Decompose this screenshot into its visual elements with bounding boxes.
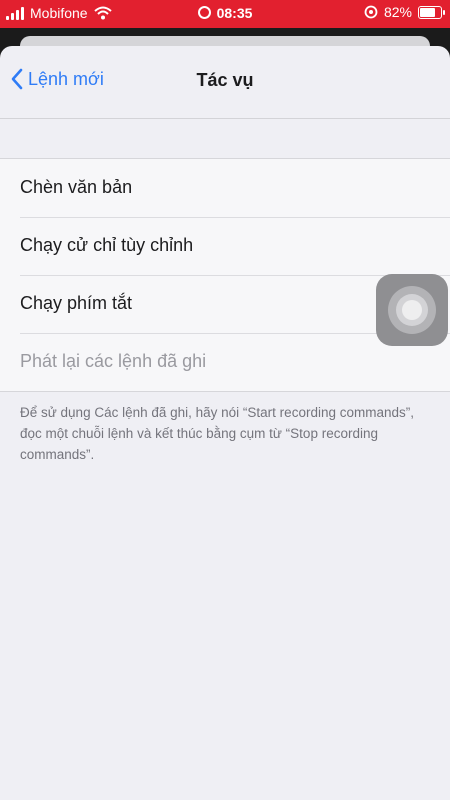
screen-record-icon xyxy=(197,6,211,19)
list-item-label: Chạy phím tắt xyxy=(20,293,133,313)
list-item-label: Chạy cử chỉ tùy chỉnh xyxy=(20,235,194,255)
navigation-bar: Lệnh mới Tác vụ xyxy=(0,46,450,119)
battery-percent: 82% xyxy=(383,4,412,20)
action-insert-text[interactable]: Chèn văn bản xyxy=(0,159,450,217)
list-item-label: Phát lại các lệnh đã ghi xyxy=(20,351,207,371)
actions-list: Chèn văn bản Chạy cử chỉ tùy chỉnh Chạy … xyxy=(0,158,450,392)
page-title: Tác vụ xyxy=(196,70,254,90)
assistive-touch-icon[interactable] xyxy=(376,274,448,346)
orientation-lock-icon xyxy=(364,5,378,19)
battery-icon xyxy=(418,5,445,19)
actions-sheet: Lệnh mới Tác vụ Chèn văn bản Chạy cử chỉ… xyxy=(0,46,450,800)
list-item-label: Chèn văn bản xyxy=(20,177,133,197)
status-time: 08:35 xyxy=(216,5,253,21)
footer-hint: Để sử dụng Các lệnh đã ghi, hãy nói “Sta… xyxy=(20,405,414,462)
status-bar: Mobifone 08:35 82% xyxy=(0,0,450,28)
action-run-custom-gesture[interactable]: Chạy cử chỉ tùy chỉnh xyxy=(0,217,450,275)
nav-divider xyxy=(0,118,450,119)
